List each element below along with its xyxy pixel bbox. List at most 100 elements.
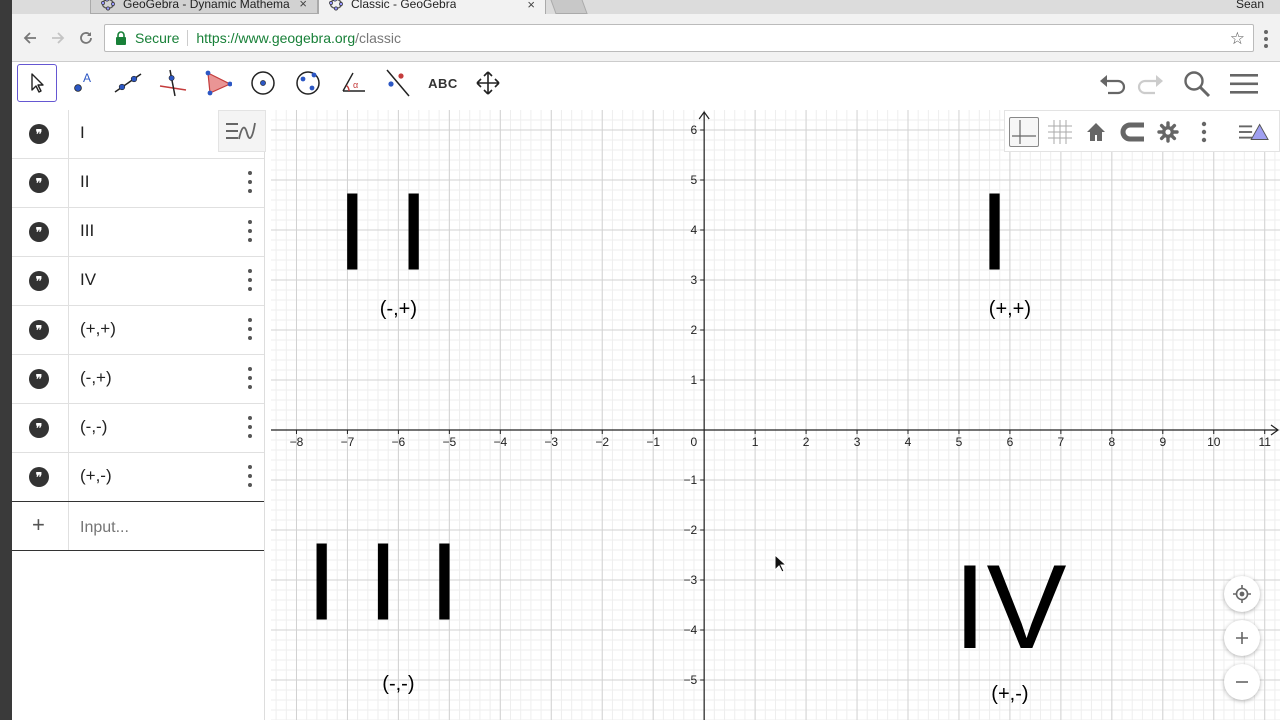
item-menu-icon[interactable] — [244, 269, 256, 291]
angle-tool-button[interactable]: α — [333, 64, 373, 102]
algebra-item[interactable]: ❞ II — [12, 159, 264, 208]
move-tool-button[interactable] — [17, 64, 57, 102]
x-tick-label: −7 — [341, 435, 355, 449]
bookmark-star-icon[interactable]: ☆ — [1230, 29, 1245, 49]
text-tool-button[interactable]: ABC — [423, 64, 463, 102]
algebra-item-text[interactable]: I — [80, 123, 85, 143]
item-menu-icon[interactable] — [244, 416, 256, 438]
redo-button[interactable] — [1132, 66, 1168, 102]
perpendicular-tool-button[interactable] — [153, 64, 193, 102]
zoom-out-button[interactable] — [1224, 664, 1260, 700]
svg-text:α: α — [353, 80, 358, 90]
new-tab-button[interactable] — [548, 0, 588, 14]
algebra-input[interactable] — [80, 519, 250, 537]
toggle-graphics-style-bar-button[interactable] — [1239, 117, 1269, 147]
reflect-tool-button[interactable] — [378, 64, 418, 102]
locate-button[interactable] — [1224, 576, 1260, 612]
row-divider — [68, 110, 69, 159]
row-divider — [68, 453, 69, 502]
x-tick-label: 2 — [803, 435, 810, 449]
x-tick-label: 8 — [1108, 435, 1115, 449]
more-options-button[interactable] — [1189, 117, 1219, 147]
move-graphics-tool-button[interactable] — [468, 64, 508, 102]
algebra-item-text[interactable]: II — [80, 172, 89, 192]
visibility-marble-icon[interactable]: ❞ — [29, 271, 49, 291]
item-menu-icon[interactable] — [244, 171, 256, 193]
line-tool-button[interactable] — [108, 64, 148, 102]
polygon-tool-button[interactable] — [198, 64, 238, 102]
reload-icon[interactable] — [76, 28, 96, 48]
mouse-cursor-icon — [774, 554, 788, 573]
visibility-marble-icon[interactable]: ❞ — [29, 467, 49, 487]
algebra-item[interactable]: ❞ (+,-) — [12, 453, 264, 502]
conic-icon — [296, 71, 320, 95]
grid-toggle-button[interactable] — [1045, 117, 1075, 147]
row-divider — [68, 306, 69, 355]
secure-label: Secure — [135, 30, 180, 46]
address-bar[interactable]: Secure https://www.geogebra.org/classic … — [104, 24, 1254, 52]
algebra-item[interactable]: ❞ III — [12, 208, 264, 257]
standard-view-button[interactable] — [1081, 117, 1111, 147]
item-menu-icon[interactable] — [244, 220, 256, 242]
algebra-item-text[interactable]: (-,-) — [80, 417, 107, 437]
algebra-item-text[interactable]: (+,+) — [80, 319, 116, 339]
forward-icon[interactable] — [48, 28, 68, 48]
plus-icon[interactable]: + — [32, 512, 45, 538]
origin-label: 0 — [690, 435, 697, 449]
back-icon[interactable] — [20, 28, 40, 48]
main-menu-button[interactable] — [1226, 66, 1262, 102]
search-button[interactable] — [1179, 66, 1215, 102]
point-tool-button[interactable]: A — [63, 64, 103, 102]
x-tick-label: −1 — [646, 435, 660, 449]
graphics-settings-button[interactable] — [1153, 117, 1183, 147]
visibility-marble-icon[interactable]: ❞ — [29, 369, 49, 389]
close-tab-icon[interactable]: × — [521, 0, 535, 12]
close-tab-icon[interactable]: × — [293, 0, 307, 11]
undo-button[interactable] — [1095, 66, 1131, 102]
y-tick-label: −3 — [683, 573, 697, 587]
algebra-item[interactable]: ❞ (+,+) — [12, 306, 264, 355]
tab-geogebra-dynamic[interactable]: GeoGebra - Dynamic Mathema × — [90, 0, 318, 14]
item-menu-icon[interactable] — [244, 318, 256, 340]
visibility-marble-icon[interactable]: ❞ — [29, 124, 49, 144]
tab-classic-geogebra[interactable]: Classic - GeoGebra × — [318, 0, 546, 14]
algebra-style-bar-button[interactable] — [218, 110, 266, 152]
text-tool-label: ABC — [428, 75, 458, 91]
axes-toggle-button[interactable] — [1009, 117, 1039, 147]
x-tick-label: −3 — [544, 435, 558, 449]
input-bar[interactable]: + — [12, 501, 264, 551]
visibility-marble-icon[interactable]: ❞ — [29, 320, 49, 340]
visibility-marble-icon[interactable]: ❞ — [29, 173, 49, 193]
item-menu-icon[interactable] — [244, 465, 256, 487]
coordinate-plane[interactable]: −8 −7 −6 −5 −4 −3 −2 −1 1 2 3 4 5 6 7 8 9 10 11−5−4−3−2−11… — [271, 110, 1280, 720]
profile-name[interactable]: Sean — [1236, 0, 1264, 11]
item-menu-icon[interactable] — [244, 367, 256, 389]
circle-tool-button[interactable] — [243, 64, 283, 102]
magnet-icon — [1120, 122, 1144, 142]
point-capturing-button[interactable] — [1117, 117, 1147, 147]
quadrant-sign-label: (-,-) — [382, 673, 414, 695]
browser-menu-icon[interactable] — [1258, 28, 1274, 50]
visibility-marble-icon[interactable]: ❞ — [29, 418, 49, 438]
move-icon — [31, 73, 44, 93]
algebra-item-text[interactable]: (+,-) — [80, 466, 112, 486]
conic-tool-button[interactable] — [288, 64, 328, 102]
algebra-item[interactable]: ❞ (-,+) — [12, 355, 264, 404]
graphics-view[interactable]: −8 −7 −6 −5 −4 −3 −2 −1 1 2 3 4 5 6 7 8 9 10 11 −5 −4 −3 −2 −1 1… — [271, 110, 1280, 720]
row-divider — [68, 159, 69, 208]
y-tick-label: 2 — [690, 323, 697, 337]
y-tick-label: −2 — [683, 523, 697, 537]
visibility-marble-icon[interactable]: ❞ — [29, 222, 49, 242]
y-tick-label: 3 — [690, 273, 697, 287]
tab-bar: GeoGebra - Dynamic Mathema × Classic - G… — [12, 0, 1280, 14]
tab-title: GeoGebra - Dynamic Mathema — [123, 0, 290, 11]
algebra-item[interactable]: ❞ IV — [12, 257, 264, 306]
more-icon — [1201, 121, 1207, 143]
algebra-item-text[interactable]: (-,+) — [80, 368, 112, 388]
algebra-item-text[interactable]: III — [80, 221, 94, 241]
row-divider — [68, 404, 69, 453]
algebra-item-text[interactable]: IV — [80, 270, 96, 290]
algebra-item[interactable]: ❞ (-,-) — [12, 404, 264, 453]
zoom-in-button[interactable] — [1224, 620, 1260, 656]
x-tick-label: −5 — [443, 435, 457, 449]
